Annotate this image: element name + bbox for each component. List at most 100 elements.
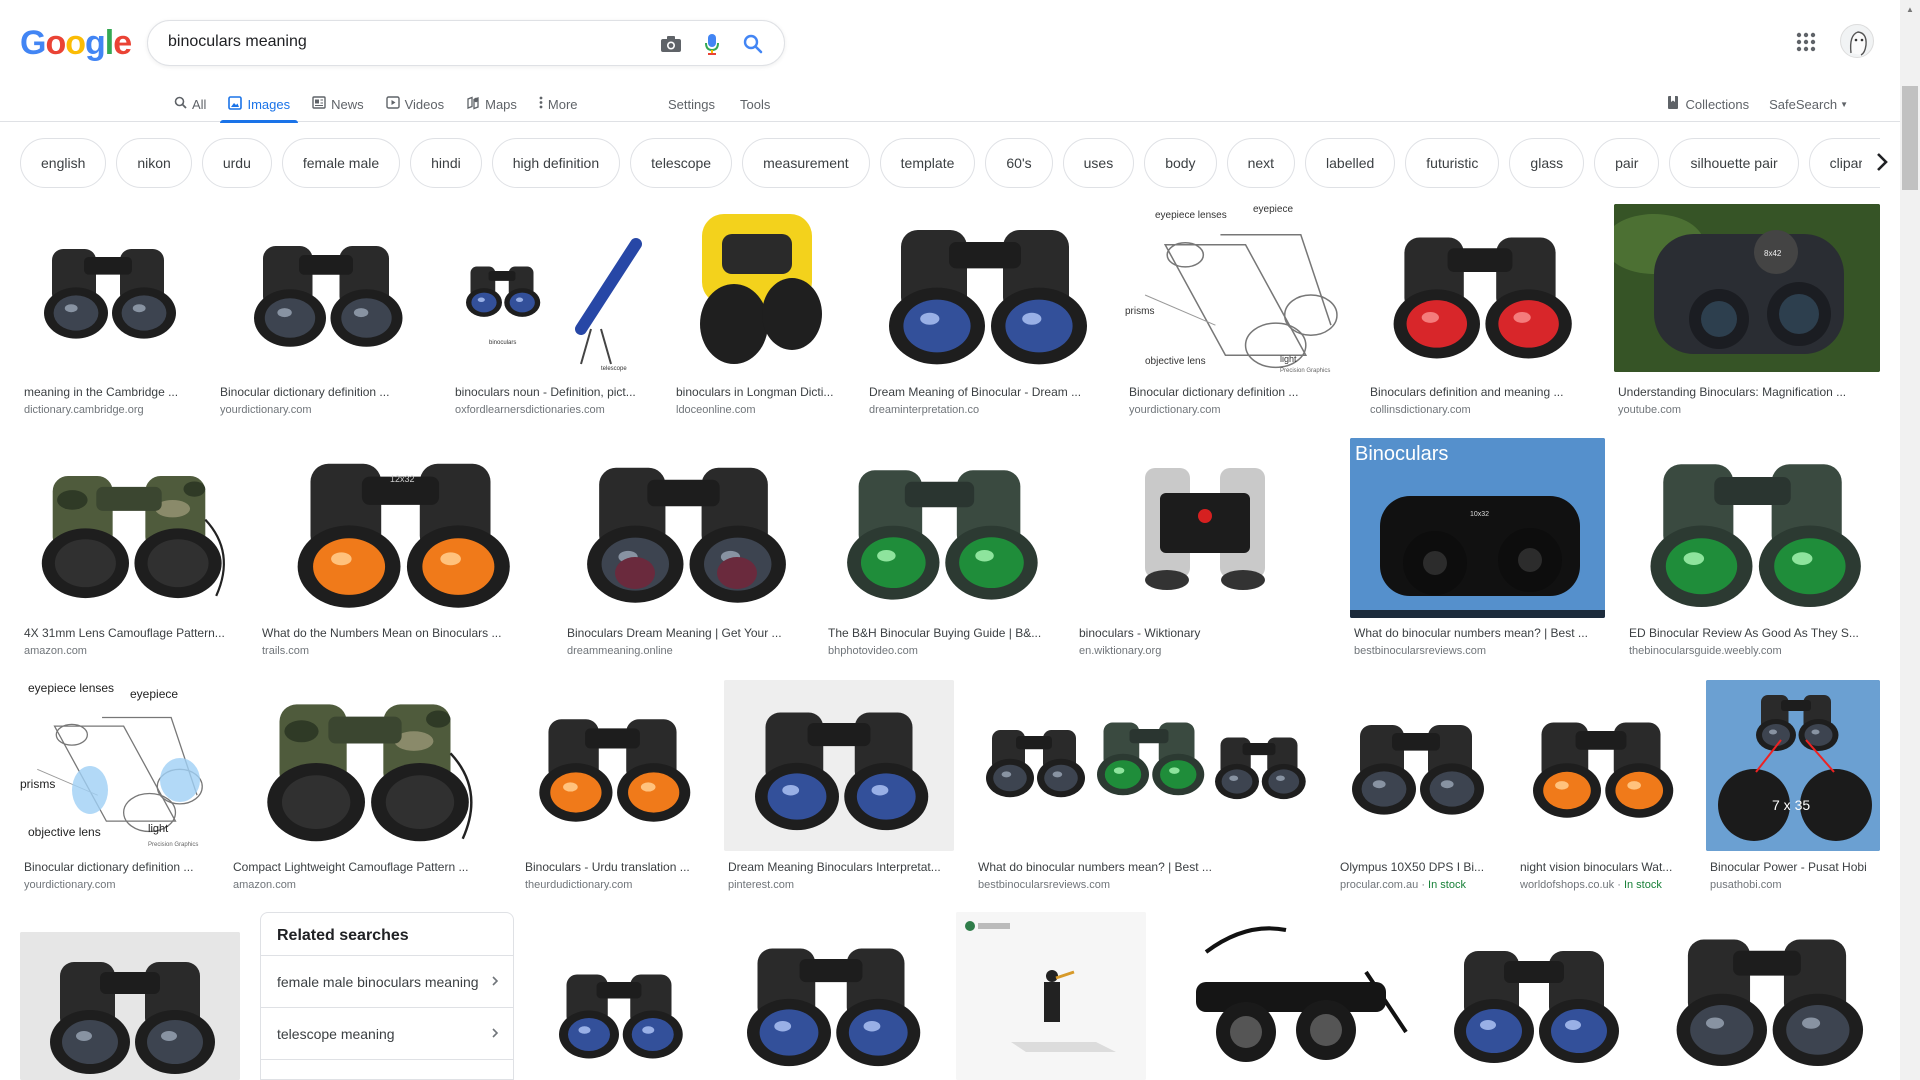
tab-all[interactable]: All	[166, 86, 214, 122]
image-result[interactable]: What do binocular numbers mean? | Best .…	[974, 680, 1316, 894]
result-site-link[interactable]: procular.com.au	[1340, 879, 1418, 891]
result-thumbnail[interactable]: 7 x 35	[1706, 680, 1880, 851]
safesearch-dropdown[interactable]: SafeSearch ▼	[1769, 97, 1848, 112]
image-result[interactable]: 7 x 35 Binocular Power - Pusat Hobi pusa…	[1706, 680, 1880, 894]
result-thumbnail[interactable]: eyepiece lenses eyepiece prisms objectiv…	[1125, 204, 1346, 376]
result-title[interactable]: What do the Numbers Mean on Binoculars .…	[262, 626, 540, 640]
image-result[interactable]: Dream Meaning of Binocular - Dream ... d…	[865, 204, 1105, 420]
image-result[interactable]: binoculars in Longman Dicti... ldoceonli…	[672, 204, 845, 420]
image-result[interactable]: Binoculars definition and meaning ... co…	[1366, 204, 1594, 420]
result-site[interactable]: collinsdictionary.com	[1370, 404, 1471, 416]
apps-grid-icon[interactable]	[1794, 30, 1818, 54]
result-site[interactable]: youtube.com	[1618, 404, 1681, 416]
result-thumbnail[interactable]	[1516, 680, 1686, 851]
chip-silhouette-pair[interactable]: silhouette pair	[1669, 138, 1799, 188]
result-site-link[interactable]: worldofshops.co.uk	[1520, 879, 1614, 891]
google-logo[interactable]: Google	[20, 24, 132, 63]
result-title[interactable]: Binocular Power - Pusat Hobi	[1710, 860, 1878, 874]
result-site[interactable]: dreaminterpretation.co	[869, 404, 979, 416]
result-title[interactable]: Dream Meaning Binoculars Interpretat...	[728, 860, 950, 874]
result-thumbnail[interactable]	[1366, 204, 1594, 376]
image-result[interactable]	[726, 912, 936, 1080]
result-thumbnail[interactable]	[974, 680, 1316, 851]
account-avatar[interactable]	[1840, 24, 1874, 58]
chip-labelled[interactable]: labelled	[1305, 138, 1396, 188]
result-thumbnail[interactable]	[20, 204, 196, 376]
image-result[interactable]: Dream Meaning Binoculars Interpretat... …	[724, 680, 954, 894]
image-result[interactable]: eyepiece lenses eyepiece prisms objectiv…	[20, 680, 210, 894]
chip-nikon[interactable]: nikon	[116, 138, 192, 188]
result-thumbnail[interactable]	[824, 438, 1055, 618]
image-result[interactable]	[1166, 912, 1414, 1080]
collections-button[interactable]: Collections	[1666, 95, 1749, 113]
image-result[interactable]: 4X 31mm Lens Camouflage Pattern... amazo…	[20, 438, 238, 660]
result-thumbnail[interactable]	[534, 912, 706, 1080]
image-result[interactable]: Compact Lightweight Camouflage Pattern .…	[229, 680, 501, 894]
tab-more[interactable]: More	[531, 86, 586, 122]
image-result[interactable]: ED Binocular Review As Good As They S...…	[1625, 438, 1880, 660]
scroll-up-arrow-icon[interactable]: ▲	[1900, 0, 1920, 18]
image-result[interactable]: binoculars - Wiktionary en.wiktionary.or…	[1075, 438, 1330, 660]
result-thumbnail[interactable]	[1434, 912, 1634, 1080]
result-site[interactable]: yourdictionary.com	[1129, 404, 1221, 416]
chip-english[interactable]: english	[20, 138, 107, 188]
result-site[interactable]: pinterest.com	[728, 879, 794, 891]
image-result[interactable]: Olympus 10X50 DPS I Bi... procular.com.a…	[1336, 680, 1496, 894]
search-icon[interactable]	[740, 31, 766, 57]
result-title[interactable]: binoculars in Longman Dicti...	[676, 385, 841, 399]
result-title[interactable]: Binoculars - Urdu translation ...	[525, 860, 701, 874]
result-title[interactable]: Olympus 10X50 DPS I Bi...	[1340, 860, 1494, 874]
result-site[interactable]: yourdictionary.com	[220, 404, 312, 416]
result-thumbnail[interactable]	[1654, 912, 1880, 1080]
chip-glass[interactable]: glass	[1509, 138, 1585, 188]
chip-next[interactable]: next	[1226, 138, 1296, 188]
result-title[interactable]: night vision binoculars Wat...	[1520, 860, 1684, 874]
search-box[interactable]: binoculars meaning	[147, 20, 785, 66]
chip-hindi[interactable]: hindi	[410, 138, 482, 188]
result-site[interactable]: bhphotovideo.com	[828, 645, 918, 657]
scrollbar-thumb[interactable]	[1902, 86, 1918, 190]
related-item[interactable]	[261, 1059, 513, 1079]
result-site[interactable]: thebinocularsguide.weebly.com	[1629, 645, 1782, 657]
result-site[interactable]: en.wiktionary.org	[1079, 645, 1161, 657]
result-site[interactable]: oxfordlearnersdictionaries.com	[455, 404, 605, 416]
chip-high-definition[interactable]: high definition	[491, 138, 621, 188]
image-result[interactable]: binoculars telescope binoculars noun - D…	[451, 204, 652, 420]
chip-60s[interactable]: 60's	[985, 138, 1053, 188]
result-site[interactable]: pusathobi.com	[1710, 879, 1782, 891]
tools-link[interactable]: Tools	[740, 86, 770, 122]
image-result[interactable]: 12x32 What do the Numbers Mean on Binocu…	[258, 438, 543, 660]
result-title[interactable]: Understanding Binoculars: Magnification …	[1618, 385, 1876, 399]
result-thumbnail[interactable]	[1336, 680, 1496, 851]
chip-female-male[interactable]: female male	[281, 138, 401, 188]
chip-urdu[interactable]: urdu	[201, 138, 272, 188]
result-site[interactable]: ldoceonline.com	[676, 404, 756, 416]
result-site[interactable]: dreammeaning.online	[567, 645, 673, 657]
result-title[interactable]: binoculars - Wiktionary	[1079, 626, 1327, 640]
result-thumbnail[interactable]	[1166, 912, 1414, 1080]
result-title[interactable]: Compact Lightweight Camouflage Pattern .…	[233, 860, 498, 874]
result-thumbnail[interactable]	[20, 438, 238, 618]
result-thumbnail[interactable]	[724, 680, 954, 851]
result-thumbnail[interactable]	[1075, 438, 1330, 618]
settings-link[interactable]: Settings	[668, 86, 715, 122]
tab-news[interactable]: News	[304, 86, 372, 122]
image-result[interactable]	[20, 912, 240, 1080]
result-thumbnail[interactable]	[229, 680, 501, 851]
result-thumbnail[interactable]	[1625, 438, 1880, 618]
result-thumbnail[interactable]: Binoculars 10x32	[1350, 438, 1605, 618]
result-site[interactable]: trails.com	[262, 645, 309, 657]
image-result[interactable]	[1434, 912, 1634, 1080]
result-title[interactable]: Binoculars definition and meaning ...	[1370, 385, 1590, 399]
image-result[interactable]	[534, 912, 706, 1080]
result-title[interactable]: Binocular dictionary definition ...	[24, 860, 208, 874]
microphone-icon[interactable]	[699, 31, 725, 57]
image-result[interactable]: The B&H Binocular Buying Guide | B&... b…	[824, 438, 1055, 660]
tab-maps[interactable]: Maps	[458, 86, 525, 122]
image-result[interactable]: Binocular dictionary definition ... your…	[216, 204, 431, 420]
image-result[interactable]	[1654, 912, 1880, 1080]
chip-telescope[interactable]: telescope	[630, 138, 733, 188]
result-thumbnail[interactable]	[956, 912, 1146, 1080]
result-title[interactable]: Dream Meaning of Binocular - Dream ...	[869, 385, 1101, 399]
chip-measurement[interactable]: measurement	[742, 138, 870, 188]
